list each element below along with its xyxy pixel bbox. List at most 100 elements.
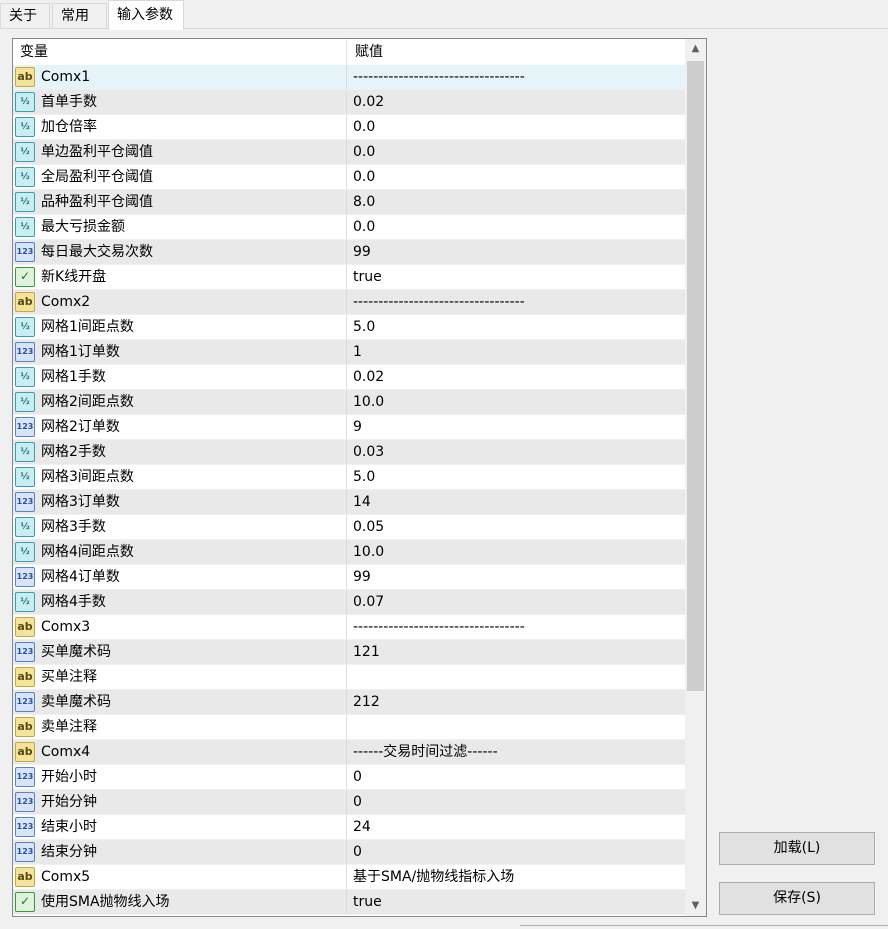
value-cell[interactable]: 10.0 bbox=[353, 540, 384, 564]
variable-name: Comx1 bbox=[41, 69, 91, 85]
table-row[interactable]: ½ 网格1间距点数 5.0 bbox=[13, 315, 685, 340]
variable-name: Comx5 bbox=[41, 869, 91, 885]
table-row[interactable]: ½ 品种盈利平仓阈值 8.0 bbox=[13, 190, 685, 215]
load-button[interactable]: 加载(L) bbox=[719, 832, 875, 865]
value-cell[interactable]: ---------------------------------- bbox=[353, 290, 525, 314]
value-cell[interactable]: 5.0 bbox=[353, 315, 375, 339]
value-cell[interactable]: ---------------------------------- bbox=[353, 615, 525, 639]
value-cell[interactable]: 0.0 bbox=[353, 140, 375, 164]
table-row[interactable]: ½ 网格3间距点数 5.0 bbox=[13, 465, 685, 490]
value-cell[interactable]: 1 bbox=[353, 340, 362, 364]
value-cell[interactable]: 99 bbox=[353, 565, 371, 589]
value-cell[interactable]: true bbox=[353, 265, 382, 289]
variable-cell: ½ 网格4间距点数 bbox=[13, 540, 347, 564]
table-row[interactable]: 123 结束小时 24 bbox=[13, 815, 685, 840]
table-row[interactable]: ½ 网格2手数 0.03 bbox=[13, 440, 685, 465]
scroll-up-arrow-icon[interactable]: ▲ bbox=[685, 39, 706, 59]
variable-cell: ½ 最大亏损金额 bbox=[13, 215, 347, 239]
value-cell[interactable]: 24 bbox=[353, 815, 371, 839]
table-row[interactable]: 123 开始分钟 0 bbox=[13, 790, 685, 815]
value-cell[interactable]: ------交易时间过滤------ bbox=[353, 740, 498, 764]
table-row[interactable]: ½ 网格3手数 0.05 bbox=[13, 515, 685, 540]
table-row[interactable]: ½ 网格4手数 0.07 bbox=[13, 590, 685, 615]
table-row[interactable]: ✓ 使用SMA抛物线入场 true bbox=[13, 890, 685, 915]
table-row[interactable]: ½ 最大亏损金额 0.0 bbox=[13, 215, 685, 240]
value-cell[interactable]: true bbox=[353, 890, 382, 914]
variable-name: 买单注释 bbox=[41, 669, 97, 685]
string-type-icon: ab bbox=[15, 667, 35, 687]
save-button[interactable]: 保存(S) bbox=[719, 882, 875, 915]
value-cell[interactable]: 8.0 bbox=[353, 190, 375, 214]
double-type-icon: ½ bbox=[15, 517, 35, 537]
table-row[interactable]: 123 买单魔术码 121 bbox=[13, 640, 685, 665]
column-header-variable[interactable]: 变量 bbox=[13, 39, 347, 65]
double-type-icon: ½ bbox=[15, 92, 35, 112]
table-row[interactable]: ½ 首单手数 0.02 bbox=[13, 90, 685, 115]
table-row[interactable]: 123 卖单魔术码 212 bbox=[13, 690, 685, 715]
value-cell[interactable]: 0 bbox=[353, 765, 362, 789]
value-cell[interactable]: 0.05 bbox=[353, 515, 384, 539]
double-type-icon: ½ bbox=[15, 192, 35, 212]
tab-input-parameters[interactable]: 输入参数 bbox=[108, 0, 184, 30]
value-cell[interactable]: 0 bbox=[353, 840, 362, 864]
table-row[interactable]: ½ 网格2间距点数 10.0 bbox=[13, 390, 685, 415]
value-cell[interactable]: 0.0 bbox=[353, 215, 375, 239]
parameters-grid: 变量 赋值 ab Comx1 ---------------------------… bbox=[12, 38, 707, 917]
value-cell[interactable]: 0.0 bbox=[353, 165, 375, 189]
value-cell[interactable]: 0.03 bbox=[353, 440, 384, 464]
table-row[interactable]: ½ 全局盈利平仓阈值 0.0 bbox=[13, 165, 685, 190]
tab-about[interactable]: 关于 bbox=[0, 3, 50, 28]
variable-name: 网格2订单数 bbox=[41, 419, 120, 435]
table-row[interactable]: ½ 单边盈利平仓阈值 0.0 bbox=[13, 140, 685, 165]
value-cell[interactable]: 0.07 bbox=[353, 590, 384, 614]
table-row[interactable]: 123 结束分钟 0 bbox=[13, 840, 685, 865]
table-row[interactable]: ab Comx5 基于SMA/抛物线指标入场 bbox=[13, 865, 685, 890]
value-cell[interactable]: 0 bbox=[353, 790, 362, 814]
string-type-icon: ab bbox=[15, 292, 35, 312]
table-row[interactable]: ab Comx3 ---------------------------------… bbox=[13, 615, 685, 640]
variable-name: Comx2 bbox=[41, 294, 91, 310]
table-row[interactable]: ½ 加仓倍率 0.0 bbox=[13, 115, 685, 140]
table-row[interactable]: 123 网格4订单数 99 bbox=[13, 565, 685, 590]
variable-cell: 123 开始小时 bbox=[13, 765, 347, 789]
variable-cell: ½ 网格1手数 bbox=[13, 365, 347, 389]
table-row[interactable]: ab 卖单注释 bbox=[13, 715, 685, 740]
value-cell[interactable]: 121 bbox=[353, 640, 380, 664]
tab-common[interactable]: 常用 bbox=[52, 3, 107, 28]
value-cell[interactable]: 212 bbox=[353, 690, 380, 714]
value-cell[interactable]: ---------------------------------- bbox=[353, 65, 525, 89]
column-header-value[interactable]: 赋值 bbox=[348, 39, 692, 65]
value-cell[interactable]: 基于SMA/抛物线指标入场 bbox=[353, 865, 514, 889]
table-row[interactable]: 123 网格3订单数 14 bbox=[13, 490, 685, 515]
variable-cell: ½ 网格1间距点数 bbox=[13, 315, 347, 339]
value-cell[interactable]: 0.02 bbox=[353, 365, 384, 389]
value-cell[interactable]: 10.0 bbox=[353, 390, 384, 414]
table-row[interactable]: ab 买单注释 bbox=[13, 665, 685, 690]
variable-name: 全局盈利平仓阈值 bbox=[41, 169, 153, 185]
scrollbar-thumb[interactable] bbox=[687, 61, 704, 691]
table-row[interactable]: 123 网格1订单数 1 bbox=[13, 340, 685, 365]
variable-cell: ab Comx3 bbox=[13, 615, 347, 639]
integer-type-icon: 123 bbox=[15, 242, 35, 262]
integer-type-icon: 123 bbox=[15, 567, 35, 587]
double-type-icon: ½ bbox=[15, 117, 35, 137]
table-row[interactable]: ab Comx2 ---------------------------------… bbox=[13, 290, 685, 315]
value-cell[interactable]: 0.0 bbox=[353, 115, 375, 139]
scroll-down-arrow-icon[interactable]: ▼ bbox=[685, 896, 706, 916]
vertical-scrollbar[interactable]: ▲ ▼ bbox=[685, 39, 706, 916]
table-row[interactable]: ✓ 新K线开盘 true bbox=[13, 265, 685, 290]
table-row[interactable]: ½ 网格1手数 0.02 bbox=[13, 365, 685, 390]
value-cell[interactable]: 5.0 bbox=[353, 465, 375, 489]
table-row[interactable]: 123 开始小时 0 bbox=[13, 765, 685, 790]
table-row[interactable]: ½ 网格4间距点数 10.0 bbox=[13, 540, 685, 565]
double-type-icon: ½ bbox=[15, 592, 35, 612]
value-cell[interactable]: 99 bbox=[353, 240, 371, 264]
table-row[interactable]: ab Comx1 ---------------------------------… bbox=[13, 65, 685, 90]
value-cell[interactable]: 14 bbox=[353, 490, 371, 514]
variable-cell: ab Comx2 bbox=[13, 290, 347, 314]
table-row[interactable]: 123 每日最大交易次数 99 bbox=[13, 240, 685, 265]
table-row[interactable]: 123 网格2订单数 9 bbox=[13, 415, 685, 440]
value-cell[interactable]: 9 bbox=[353, 415, 362, 439]
value-cell[interactable]: 0.02 bbox=[353, 90, 384, 114]
table-row[interactable]: ab Comx4 ------交易时间过滤------ bbox=[13, 740, 685, 765]
